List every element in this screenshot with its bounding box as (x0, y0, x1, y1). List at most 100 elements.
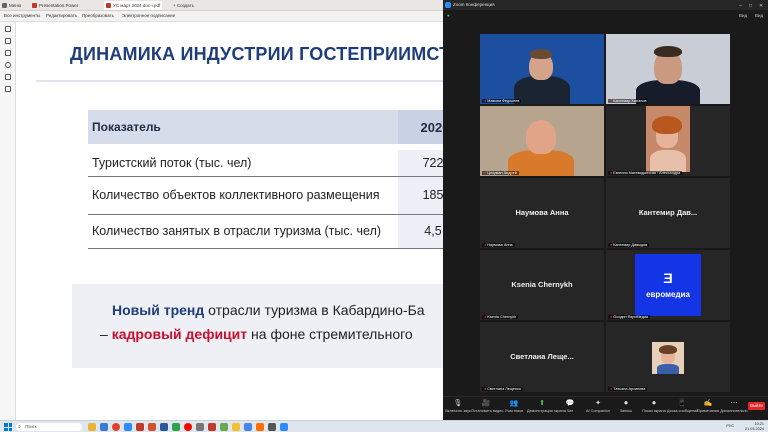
mic-muted-icon: ● (484, 387, 487, 391)
pdf-app-icon[interactable] (208, 423, 216, 431)
record-button[interactable]: ⏺ Запись (611, 399, 641, 413)
lasso-tool-icon[interactable] (5, 62, 11, 68)
view-button-2[interactable]: Вид (755, 13, 763, 18)
yandex-icon[interactable] (112, 423, 120, 431)
participant-label: ●Кантемир Хапанов (608, 99, 649, 103)
row-name: Количество объектов коллективного размещ… (88, 176, 398, 215)
app-icon-6[interactable] (268, 423, 276, 431)
table-row: Количество объектов коллективного размещ… (88, 176, 443, 215)
participant-label: ●Светлана Лещенко (482, 387, 523, 391)
share-icon: ⬆ (539, 400, 545, 407)
zoom-taskbar-icon[interactable] (124, 423, 132, 431)
text-tool-icon[interactable] (5, 74, 11, 80)
zoom-logo-icon (445, 2, 451, 8)
record-icon: ⏺ (652, 400, 656, 407)
title-divider (36, 80, 443, 82)
mic-muted-icon: ● (610, 243, 613, 247)
mic-muted-icon: ● (610, 171, 613, 175)
video-feed (480, 34, 604, 104)
browser-icon[interactable] (100, 423, 108, 431)
shield-icon[interactable]: ● (447, 13, 450, 18)
comment-tool-icon[interactable] (5, 38, 11, 44)
mic-muted-icon: ● (610, 315, 613, 319)
participants-button[interactable]: 👥 Участники (499, 399, 529, 413)
video-feed (480, 106, 604, 176)
participant-tile[interactable]: ●Кантемир Хапанов (606, 34, 730, 104)
zoom-window: Zoom Конференция – □ ✕ ● Вид Вид ●Максим… (443, 0, 768, 420)
participant-tile[interactable]: Наумова Анна ●Наумова Анна (480, 178, 604, 248)
participant-label: ●Татьяна Архипова (608, 387, 648, 391)
taskbar-search[interactable]: ⌕ Поиск (16, 423, 82, 431)
powerpoint-icon[interactable] (148, 423, 156, 431)
desktop: { "browser": { "tabs": [ {"label": "Меню… (0, 0, 768, 432)
chat-button[interactable]: 💬 Чат (555, 399, 585, 413)
select-tool-icon[interactable] (5, 26, 11, 32)
participant-tile[interactable]: ●Максим Федосеев (480, 34, 604, 104)
participant-tile[interactable]: Кантемир Дав... ●Кантемир Давыдов (606, 178, 730, 248)
app-icon-4[interactable] (244, 423, 252, 431)
convert-button[interactable]: Преобразовать (82, 13, 114, 18)
header-indicator: Показатель (88, 110, 398, 144)
word-icon[interactable] (160, 423, 168, 431)
zoom-title-bar: Zoom Конференция – □ ✕ (443, 0, 768, 10)
evromedia-mark: Ǝ (663, 270, 673, 286)
document-page: ДИНАМИКА ИНДУСТРИИ ГОСТЕПРИИМСТВ Показат… (16, 22, 443, 420)
row-name: Туристский поток (тыс. чел) (88, 150, 398, 177)
table-header-row: Показатель 2020 (88, 110, 443, 144)
participant-photo (652, 342, 684, 374)
more-button[interactable]: ⋯ Дополнительно (719, 399, 749, 413)
app-icon-3[interactable] (232, 423, 240, 431)
search-icon: ⌕ (18, 424, 21, 430)
esign-button[interactable]: Электронное подписание (122, 13, 175, 18)
participant-tile[interactable]: Ǝ евромедиа ●Осодин ЕвроМедиа (606, 250, 730, 320)
app-icon-7[interactable] (280, 423, 288, 431)
app-icon[interactable] (196, 423, 204, 431)
yandex-browser-icon[interactable] (184, 423, 192, 431)
participant-tile[interactable]: Светлана Леще... ●Светлана Лещенко (480, 322, 604, 392)
people-icon: 👥 (509, 400, 519, 407)
view-button[interactable]: Вид (739, 13, 747, 18)
table-row: Количество занятых в отрасли туризма (ты… (88, 214, 443, 249)
evromedia-text: евромедиа (646, 290, 690, 299)
participant-tile[interactable]: ●Татьяна Архипова (606, 322, 730, 392)
show-screen-button[interactable]: ⏺ Показ экрана (639, 399, 669, 413)
leave-button[interactable]: Выйти (748, 402, 765, 410)
share-screen-button[interactable]: ⬆ Демонстрация экрана (527, 399, 566, 413)
excel-icon[interactable] (172, 423, 180, 431)
mic-muted-icon: ● (610, 99, 613, 103)
pdf-toolbar: Все инструменты Редактировать Преобразов… (0, 11, 443, 22)
mic-muted-icon: ● (484, 171, 487, 175)
explorer-icon[interactable] (88, 423, 96, 431)
windows-start-icon[interactable] (4, 423, 12, 431)
participant-label: ●Евгения Матевидонская / Александра (608, 171, 683, 175)
participant-tile[interactable]: Ksenia Chernykh ●Ksenia Chernykh (480, 250, 604, 320)
language-indicator[interactable]: РУС (726, 424, 734, 429)
app-icon-5[interactable] (256, 423, 264, 431)
app-icon-2[interactable] (220, 423, 228, 431)
tab-pdf-document[interactable]: УС март 2024 doc-i.pdf (104, 1, 162, 10)
stop-video-button[interactable]: 🎥 Остановить видео (471, 399, 503, 413)
stamp-tool-icon[interactable] (5, 86, 11, 92)
trend-line-2: – кадровый дефицит на фоне стремительног… (100, 326, 413, 342)
system-tray[interactable]: РУС 10:21 21.03.2024 (726, 422, 764, 432)
zoom-controls-bar: 🎙 Включить звук 🎥 Остановить видео 👥 Участн… (443, 396, 768, 420)
clock-date: 21.03.2024 (744, 427, 764, 431)
ai-companion-button[interactable]: ✦ AI Companion (583, 399, 613, 413)
unmute-button[interactable]: 🎙 Включить звук (443, 399, 473, 413)
trend-line-1: Новый тренд отрасли туризма в Кабардино-… (112, 302, 425, 318)
acrobat-icon[interactable] (136, 423, 144, 431)
record-icon: ⏺ (624, 400, 628, 407)
tab-presentation[interactable]: Presentation.Power (30, 1, 102, 10)
row-value: 185 (398, 176, 443, 215)
pen-tool-icon[interactable] (5, 50, 11, 56)
participant-label: ●Кантемир Давыдов (608, 243, 650, 247)
more-icon: ⋯ (730, 400, 738, 407)
edit-button[interactable]: Редактировать (46, 13, 77, 18)
tab-menu[interactable]: Меню (0, 1, 28, 10)
slide-title: ДИНАМИКА ИНДУСТРИИ ГОСТЕПРИИМСТВ (70, 44, 443, 64)
new-tab-button[interactable]: + Создать (164, 1, 204, 10)
participant-tile[interactable]: ●Евгения Матевидонская / Александра (606, 106, 730, 176)
participant-name: Кантемир Дав... (638, 208, 698, 217)
participant-tile[interactable]: ●Цекуман Андрей (480, 106, 604, 176)
all-tools-button[interactable]: Все инструменты (4, 13, 40, 18)
